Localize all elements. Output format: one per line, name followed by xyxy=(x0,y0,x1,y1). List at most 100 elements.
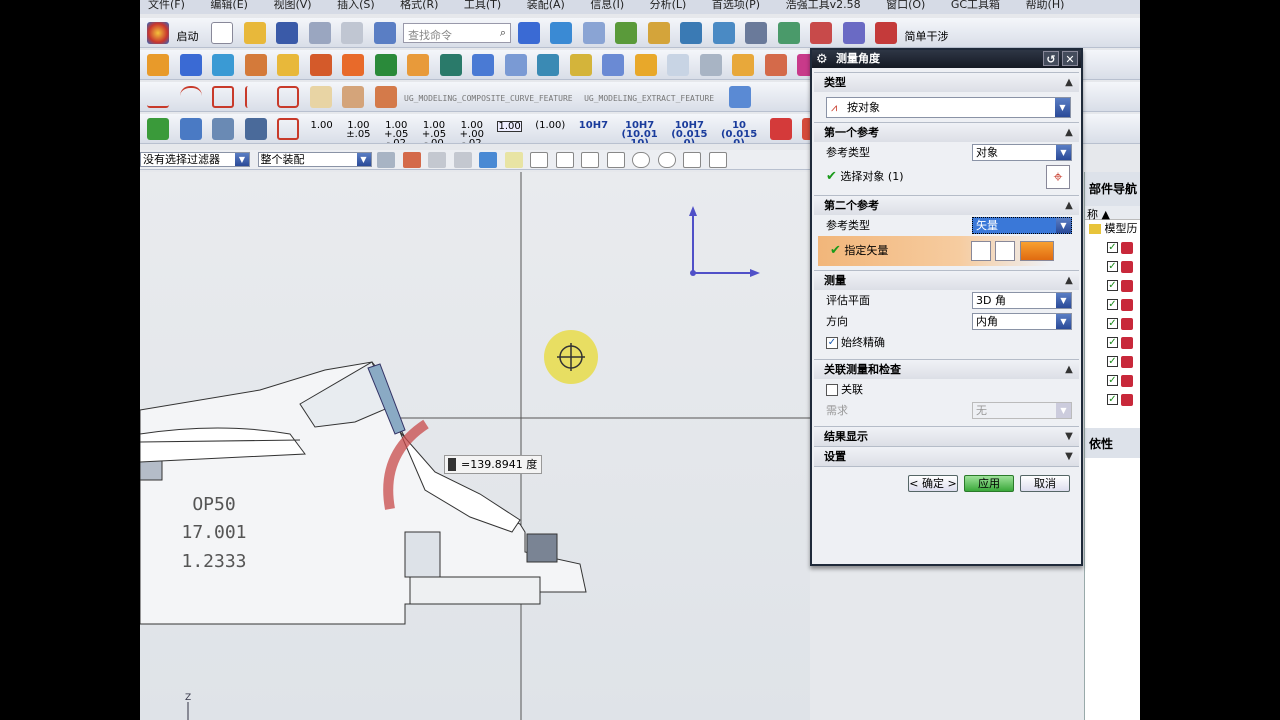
measure-angle-icon[interactable] xyxy=(810,22,832,44)
results-section-header[interactable]: 结果显示 ▼ xyxy=(814,426,1079,446)
ok-button[interactable]: < 确定 > xyxy=(908,475,958,492)
check-mate-icon[interactable] xyxy=(147,118,169,140)
axis-icon[interactable] xyxy=(244,118,267,140)
cancel-button[interactable]: 取消 xyxy=(1020,475,1070,492)
dim-style-11[interactable]: 10 (0.015 0) xyxy=(721,121,757,144)
dim-style-3[interactable]: 1.00 +.05 -.02 xyxy=(384,121,408,144)
trim-body-icon[interactable] xyxy=(602,54,624,76)
apply-button[interactable]: 应用 xyxy=(964,475,1014,492)
midpoint-icon[interactable] xyxy=(555,152,574,168)
menu-format[interactable]: 格式(R) xyxy=(400,0,438,11)
menu-help[interactable]: 帮助(H) xyxy=(1026,0,1065,11)
shell-icon[interactable] xyxy=(472,54,494,76)
measure-section-header[interactable]: 测量 ▲ xyxy=(814,270,1079,290)
intersect-icon[interactable] xyxy=(439,54,462,76)
feature-row[interactable]: ✓ xyxy=(1085,296,1140,315)
dialog-titlebar[interactable]: ⚙ 测量角度 ↺ ✕ xyxy=(812,50,1081,68)
dim-style-9[interactable]: 10H7 (10.01 10) xyxy=(622,121,658,144)
measure-distance-icon[interactable] xyxy=(777,22,800,44)
close-icon[interactable]: ✕ xyxy=(1062,51,1078,66)
navigator-column-header[interactable]: 称 ▲ xyxy=(1085,206,1140,221)
select-body-icon[interactable] xyxy=(479,152,497,168)
always-accurate-checkbox[interactable]: ✓ xyxy=(826,337,838,349)
ref2-type-select[interactable]: 矢量 ▼ xyxy=(972,217,1072,234)
render-icon[interactable] xyxy=(615,22,637,44)
control-point-icon[interactable] xyxy=(581,152,599,168)
revolve-icon[interactable] xyxy=(179,54,202,76)
offset-curve-icon[interactable] xyxy=(342,86,364,108)
readout-handle-icon[interactable] xyxy=(448,458,456,471)
intersection-icon[interactable] xyxy=(606,152,625,168)
interference-icon[interactable] xyxy=(875,22,897,44)
dim-style-8[interactable]: 10H7 xyxy=(579,121,608,131)
dim-style-4[interactable]: 1.00 +.05 -.00 xyxy=(422,121,446,144)
block-icon[interactable] xyxy=(212,54,234,76)
menu-info[interactable]: 信息(I) xyxy=(590,0,624,11)
specify-vector-row[interactable]: ✔ 指定矢量 xyxy=(818,236,1075,266)
shaded-icon[interactable] xyxy=(550,22,572,44)
start-icon[interactable] xyxy=(147,22,169,44)
filter-settings-icon[interactable] xyxy=(377,152,395,168)
dim-style-10[interactable]: 10H7 (0.015 0) xyxy=(671,121,707,144)
arc-icon[interactable] xyxy=(179,86,202,108)
boss-icon[interactable] xyxy=(309,54,332,76)
sync-modeling-icon[interactable] xyxy=(732,54,754,76)
quadrant-icon[interactable] xyxy=(657,152,676,168)
direction-select[interactable]: 内角 ▼ xyxy=(972,313,1072,330)
extrude-icon[interactable] xyxy=(147,54,169,76)
unite-icon[interactable] xyxy=(374,54,397,76)
feature-row[interactable]: ✓ xyxy=(1085,353,1140,372)
type-filter-select[interactable]: 没有选择过滤器 ▼ xyxy=(140,152,250,167)
feature-row[interactable]: ✓ xyxy=(1085,372,1140,391)
new-file-icon[interactable] xyxy=(211,22,233,44)
type-section-header[interactable]: 类型 ▲ xyxy=(814,72,1079,92)
snap-point-icon[interactable] xyxy=(504,152,523,168)
polyline-icon[interactable] xyxy=(244,86,267,108)
datum-frame-icon[interactable] xyxy=(277,118,299,140)
thicken-icon[interactable] xyxy=(667,54,689,76)
simple-interference-label[interactable]: 简单干涉 xyxy=(905,28,949,44)
ref1-section-header[interactable]: 第一个参考 ▲ xyxy=(814,122,1079,142)
extract-feature-label[interactable]: UG_MODELING_EXTRACT_FEATURE xyxy=(584,94,714,103)
existing-point-icon[interactable] xyxy=(683,152,701,168)
undo-icon[interactable] xyxy=(308,22,331,44)
graphics-viewport[interactable]: OP50 17.001 1.2333 Z =139.8941 度 xyxy=(140,172,810,720)
select-feature-icon[interactable] xyxy=(402,152,421,168)
dim-style-5[interactable]: 1.00 +.00 -.02 xyxy=(460,121,484,144)
spline-icon[interactable] xyxy=(309,86,332,108)
menu-assembly[interactable]: 装配(A) xyxy=(527,0,565,11)
layer-settings-icon[interactable] xyxy=(745,22,767,44)
menu-edit[interactable]: 编辑(E) xyxy=(210,0,248,11)
draft-icon[interactable] xyxy=(569,54,592,76)
eval-plane-select[interactable]: 3D 角 ▼ xyxy=(972,292,1072,309)
ref2-section-header[interactable]: 第二个参考 ▲ xyxy=(814,195,1079,215)
orient-view-icon[interactable] xyxy=(680,22,702,44)
menu-view[interactable]: 视图(V) xyxy=(273,0,311,11)
feature-row[interactable]: ✓ xyxy=(1085,334,1140,353)
hole-icon[interactable] xyxy=(277,54,299,76)
assembly-icon[interactable] xyxy=(179,118,202,140)
line-icon[interactable] xyxy=(147,86,169,108)
weld-icon[interactable] xyxy=(769,118,792,140)
fit-view-icon[interactable] xyxy=(517,22,540,44)
ref1-type-select[interactable]: 对象 ▼ xyxy=(972,144,1072,161)
reset-icon[interactable]: ↺ xyxy=(1043,51,1059,66)
material-icon[interactable] xyxy=(647,22,670,44)
menu-tools[interactable]: 工具(T) xyxy=(464,0,501,11)
dependents-header[interactable]: 依性 xyxy=(1085,428,1140,458)
rectangle-icon[interactable] xyxy=(212,86,234,108)
associative-section-header[interactable]: 关联测量和检查 ▲ xyxy=(814,359,1079,379)
menu-file[interactable]: 文件(F) xyxy=(148,0,185,11)
subtract-icon[interactable] xyxy=(407,54,429,76)
view-triad-icon[interactable] xyxy=(712,22,735,44)
select-box-icon[interactable] xyxy=(453,152,472,168)
pattern-icon[interactable] xyxy=(342,54,364,76)
menu-analysis[interactable]: 分析(L) xyxy=(650,0,687,11)
point-on-curve-icon[interactable] xyxy=(708,152,727,168)
menu-preferences[interactable]: 首选项(P) xyxy=(712,0,760,11)
type-select[interactable]: ⩘ 按对象 ▼ xyxy=(826,97,1071,118)
model-history-node[interactable]: 模型历 xyxy=(1085,220,1140,239)
menu-haoqiang-tools[interactable]: 浩强工具v2.58 xyxy=(786,0,861,11)
endpoint-icon[interactable] xyxy=(530,152,548,168)
blend-icon[interactable] xyxy=(504,54,527,76)
